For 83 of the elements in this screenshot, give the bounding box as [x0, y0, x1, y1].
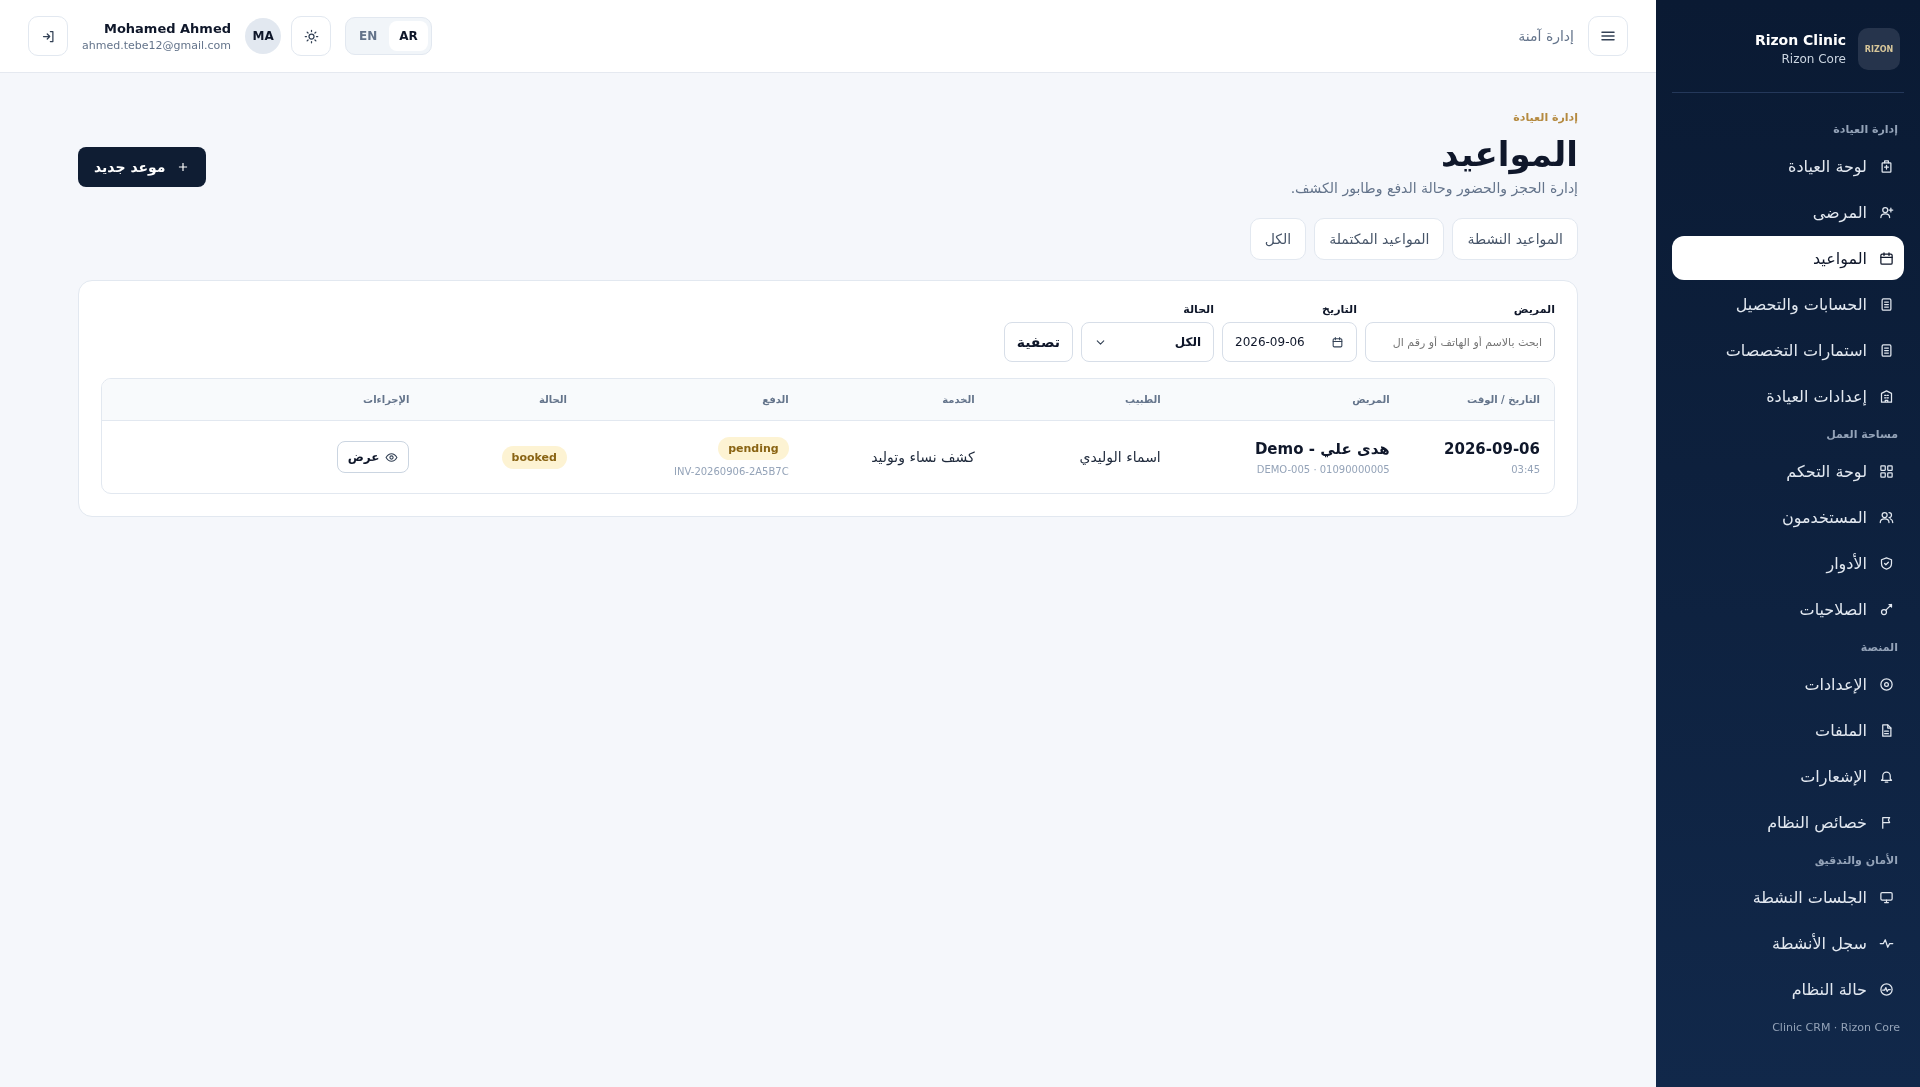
clinic-subtitle: Rizon Core [1780, 52, 1846, 66]
nav-item[interactable]: الأدوار [1672, 541, 1904, 585]
nav-item[interactable]: خصائص النظام [1672, 800, 1904, 844]
field-label: التاريخ [1321, 303, 1357, 316]
key-icon [1879, 601, 1894, 617]
language-option[interactable]: EN [349, 21, 388, 51]
field-label: الحالة [1182, 303, 1214, 316]
user-avatar[interactable]: MA [245, 18, 282, 54]
user-email: ahmed.tebe12@gmail.com [82, 38, 232, 52]
new-appointment-button[interactable]: موعد جديد [78, 147, 206, 187]
user-name: Mohamed Ahmed [103, 20, 232, 36]
payment-status-badge: pending [718, 437, 789, 460]
status-select[interactable]: الكل [1081, 322, 1214, 362]
appointment-time: 03:45 [1511, 463, 1540, 475]
sun-icon [303, 28, 319, 44]
gear-icon [1879, 676, 1894, 692]
language-option[interactable]: AR [389, 21, 428, 51]
nav-item[interactable]: المرضى [1672, 190, 1904, 234]
clinic-logo: RIZON [1858, 28, 1900, 70]
column-header: التاريخ / الوقت [1466, 394, 1540, 405]
nav-item[interactable]: الجلسات النشطة [1672, 875, 1904, 919]
bell-icon [1879, 768, 1894, 784]
nav-item[interactable]: حالة النظام [1672, 967, 1904, 1011]
invoice-number: INV-20260906-2A5B7C [674, 466, 789, 477]
clinic-icon [1879, 158, 1894, 174]
filter-tab[interactable]: المواعيد النشطة [1452, 218, 1578, 260]
menu-button[interactable] [1588, 16, 1628, 56]
gauge-icon [1879, 981, 1894, 997]
nav-section-label: مساحة العمل [1825, 427, 1899, 443]
nav-item[interactable]: إعدادات العيادة [1672, 374, 1904, 418]
shield-icon [1879, 555, 1894, 571]
filter-tab[interactable]: المواعيد المكتملة [1314, 218, 1445, 260]
service-name: كشف نساء وتوليد [871, 449, 975, 465]
column-header: الدفع [761, 394, 789, 405]
page-subtitle: إدارة الحجز والحضور وحالة الدفع وطابور الكشف. [1290, 180, 1578, 196]
nav-item[interactable]: استمارات التخصصات [1672, 328, 1904, 372]
column-header: المريض [1351, 394, 1390, 405]
building-icon [1879, 388, 1894, 404]
top-bar-title: إدارة آمنة [1518, 28, 1574, 44]
nav-item[interactable]: سجل الأنشطة [1672, 921, 1904, 965]
theme-toggle[interactable] [291, 16, 332, 56]
page-title: المواعيد [1441, 134, 1578, 174]
doc-icon [1879, 296, 1894, 312]
view-button[interactable]: عرض [336, 441, 410, 473]
exit-icon [40, 28, 56, 44]
calendar-icon[interactable] [1331, 335, 1344, 349]
sidebar-footer: Clinic CRM · Rizon Core [1672, 1021, 1904, 1034]
doctor-name: اسماء الوليدي [1079, 449, 1161, 465]
user-plus-icon [1879, 204, 1894, 220]
filter-tab[interactable]: الكل [1249, 218, 1307, 260]
nav-item[interactable]: المواعيد [1672, 236, 1904, 280]
logout-button[interactable] [28, 16, 68, 56]
nav-section-label: إدارة العيادة [1832, 122, 1899, 138]
date-field[interactable]: 2026-09-06 [1235, 335, 1305, 349]
doc-icon [1879, 342, 1894, 358]
nav-section-label: المنصة [1859, 640, 1899, 656]
nav-section-label: الأمان والتدقيق [1813, 852, 1899, 869]
nav-item[interactable]: الإشعارات [1672, 754, 1904, 798]
field-label: المريض [1512, 303, 1555, 316]
clinic-name: Rizon Clinic [1754, 32, 1846, 48]
nav-item[interactable]: الصلاحيات [1672, 587, 1904, 631]
nav-item[interactable]: الإعدادات [1672, 662, 1904, 706]
column-header: الخدمة [941, 394, 975, 405]
page-eyebrow: إدارة العيادة [1513, 111, 1578, 124]
calendar-icon [1879, 250, 1894, 266]
appointment-date: 2026-09-06 [1444, 439, 1540, 458]
patient-meta: DEMO-005 · 01090000005 [1256, 463, 1390, 475]
patient-name: هدى علي - Demo [1254, 439, 1390, 458]
nav-item[interactable]: الملفات [1672, 708, 1904, 752]
nav-item[interactable]: المستخدمون [1672, 495, 1904, 539]
nav-item[interactable]: لوحة التحكم [1672, 449, 1904, 493]
eye-icon [385, 450, 399, 464]
column-header: الإجراءات [362, 394, 410, 405]
file-icon [1879, 722, 1894, 738]
nav-item[interactable]: الحسابات والتحصيل [1672, 282, 1904, 326]
status-badge: booked [501, 445, 567, 469]
column-header: الحالة [537, 394, 567, 405]
grid-icon [1879, 463, 1894, 479]
nav-item[interactable]: لوحة العيادة [1672, 144, 1904, 188]
users-icon [1879, 509, 1894, 525]
column-header: الطبيب [1124, 394, 1161, 405]
monitor-icon [1879, 889, 1894, 905]
filter-button[interactable]: تصفية [1003, 322, 1073, 362]
